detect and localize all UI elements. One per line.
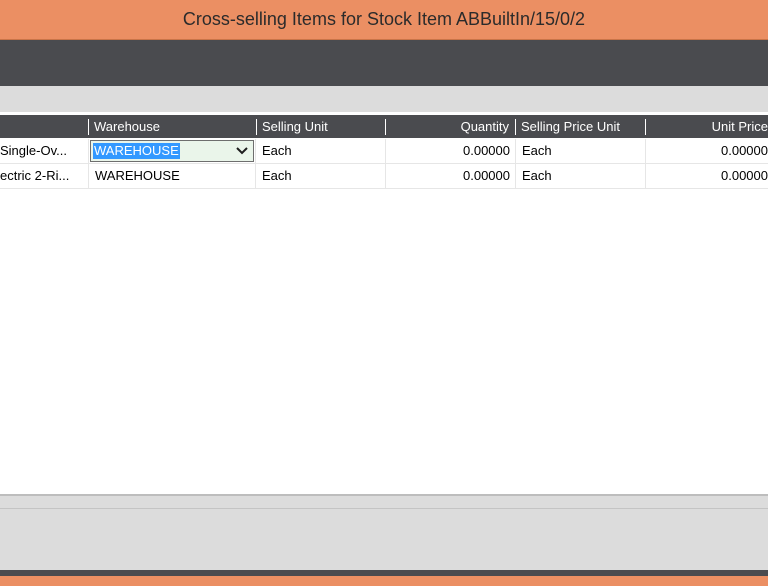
- column-separator[interactable]: [515, 119, 516, 135]
- unit-price-cell[interactable]: 0.00000: [646, 139, 768, 163]
- item-cell[interactable]: ectric 2-Ri...: [0, 164, 89, 188]
- footer-panel: [0, 496, 768, 570]
- window-title-bar: Cross-selling Items for Stock Item ABBui…: [0, 0, 768, 40]
- table-row[interactable]: Single-Ov... WAREHOUSE Each 0.00000 Each…: [0, 139, 768, 164]
- selling-unit-cell[interactable]: Each: [256, 164, 386, 188]
- selling-price-unit-cell[interactable]: Each: [516, 139, 646, 163]
- footer-inner-divider: [0, 508, 768, 509]
- warehouse-cell[interactable]: WAREHOUSE: [89, 164, 256, 188]
- selling-unit-cell[interactable]: Each: [256, 139, 386, 163]
- bottom-accent-bar: [0, 576, 768, 586]
- toolbar: [0, 40, 768, 86]
- column-header-selling-unit[interactable]: Selling Unit: [262, 115, 382, 138]
- grid-header-row: Warehouse Selling Unit Quantity Selling …: [0, 115, 768, 138]
- column-header-item[interactable]: [0, 115, 88, 138]
- window-title: Cross-selling Items for Stock Item ABBui…: [182, 9, 586, 29]
- grid-top-strip: [0, 86, 768, 112]
- warehouse-combobox-value[interactable]: WAREHOUSE: [93, 143, 180, 159]
- warehouse-combobox[interactable]: WAREHOUSE: [90, 140, 254, 162]
- cross-selling-grid: Warehouse Selling Unit Quantity Selling …: [0, 112, 768, 494]
- selling-price-unit-cell[interactable]: Each: [516, 164, 646, 188]
- column-separator[interactable]: [88, 119, 89, 135]
- chevron-down-icon[interactable]: [234, 143, 250, 159]
- column-separator[interactable]: [256, 119, 257, 135]
- column-separator[interactable]: [645, 119, 646, 135]
- quantity-cell[interactable]: 0.00000: [386, 139, 516, 163]
- quantity-cell[interactable]: 0.00000: [386, 164, 516, 188]
- table-row[interactable]: ectric 2-Ri... WAREHOUSE Each 0.00000 Ea…: [0, 164, 768, 189]
- unit-price-cell[interactable]: 0.00000: [646, 164, 768, 188]
- column-header-warehouse[interactable]: Warehouse: [94, 115, 254, 138]
- column-header-unit-price[interactable]: Unit Price: [650, 115, 768, 138]
- column-header-selling-price-unit[interactable]: Selling Price Unit: [521, 115, 641, 138]
- item-cell[interactable]: Single-Ov...: [0, 139, 89, 163]
- column-header-quantity[interactable]: Quantity: [386, 115, 509, 138]
